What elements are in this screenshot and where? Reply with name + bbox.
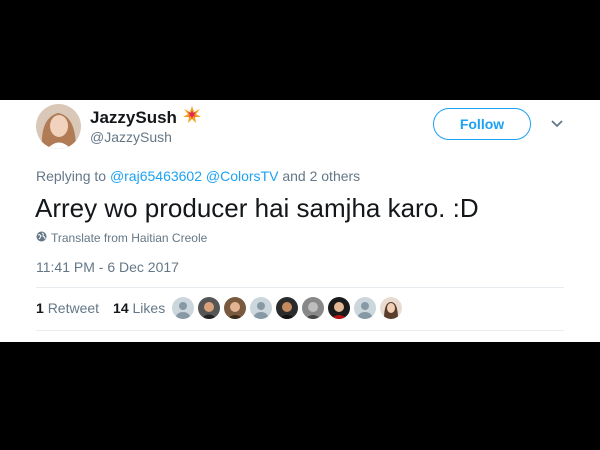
liker-avatar[interactable] [172, 297, 194, 319]
translate-label[interactable]: Translate from Haitian Creole [51, 231, 207, 245]
reply-context: Replying to @raj65463602 @ColorsTV and 2… [36, 168, 360, 184]
liker-avatar[interactable] [354, 297, 376, 319]
liker-avatar[interactable] [276, 297, 298, 319]
tweet-timestamp[interactable]: 11:41 PM - 6 Dec 2017 [36, 259, 179, 275]
engagement-stats: 1 Retweet 14 Likes [36, 300, 165, 316]
collision-emoji-icon [182, 106, 201, 129]
mention-link-2[interactable]: @ColorsTV [206, 168, 279, 184]
liker-avatars [172, 297, 402, 319]
retweets-stat[interactable]: 1 Retweet [36, 300, 99, 316]
avatar[interactable] [36, 104, 81, 149]
retweets-label: Retweet [47, 300, 100, 316]
tweet-text: Arrey wo producer hai samjha karo. :D [35, 193, 479, 223]
liker-avatar[interactable] [198, 297, 220, 319]
letterbox-bottom [0, 342, 600, 450]
author-name[interactable]: JazzySush [90, 106, 201, 129]
reply-prefix: Replying to [36, 168, 107, 184]
likes-label: Likes [132, 300, 166, 316]
retweets-count: 1 [36, 300, 44, 316]
liker-avatar[interactable] [380, 297, 402, 319]
author-handle[interactable]: @JazzySush [90, 129, 172, 145]
liker-avatar[interactable] [302, 297, 324, 319]
liker-avatar[interactable] [328, 297, 350, 319]
author-display-name[interactable]: JazzySush [90, 108, 177, 128]
divider [36, 330, 564, 331]
letterbox-top [0, 0, 600, 100]
liker-avatar[interactable] [224, 297, 246, 319]
chevron-down-icon[interactable] [548, 117, 566, 131]
divider [36, 287, 564, 288]
mention-link-1[interactable]: @raj65463602 [110, 168, 202, 184]
globe-icon [36, 231, 47, 245]
translate-link[interactable]: Translate from Haitian Creole [36, 231, 207, 245]
follow-button[interactable]: Follow [433, 108, 531, 140]
likes-stat[interactable]: 14 Likes [113, 300, 165, 316]
reply-others[interactable]: and 2 others [282, 168, 360, 184]
liker-avatar[interactable] [250, 297, 272, 319]
likes-count: 14 [113, 300, 129, 316]
